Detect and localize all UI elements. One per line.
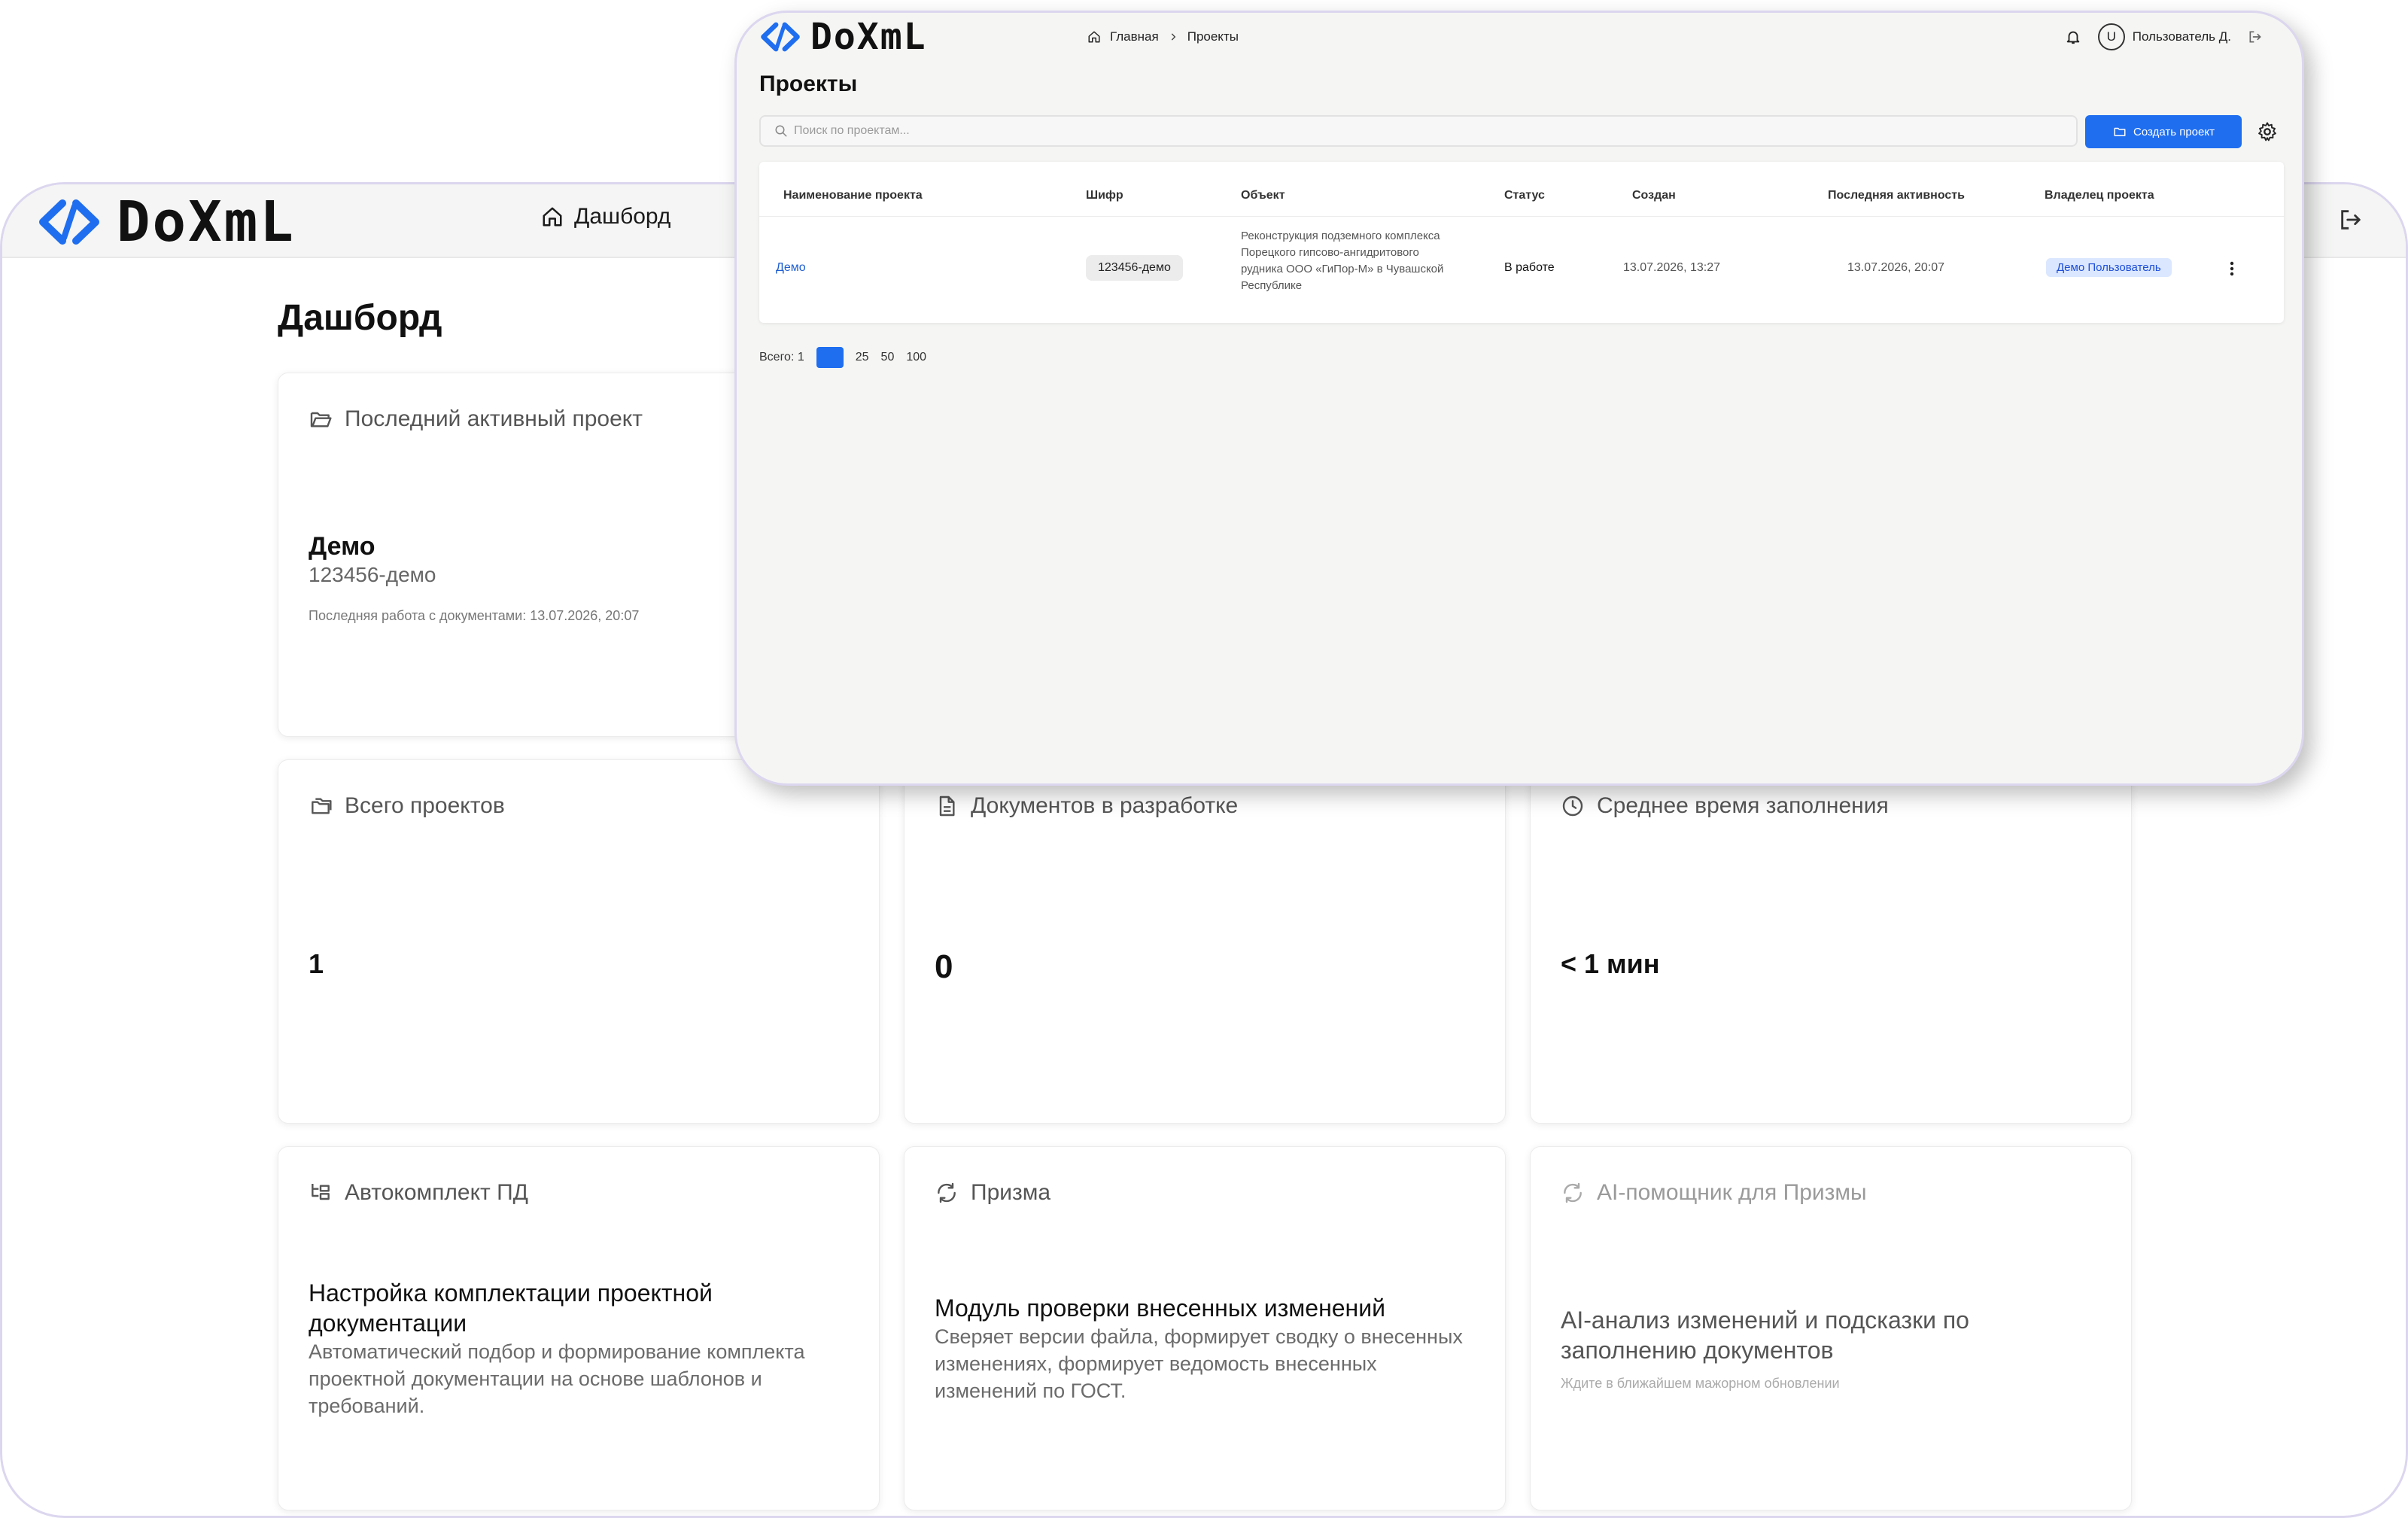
user-area: U Пользователь Д. <box>2065 23 2263 50</box>
card-header-label: Последний активный проект <box>345 406 643 431</box>
refresh-icon <box>938 1182 956 1203</box>
breadcrumb: Главная Проекты <box>1087 29 1239 44</box>
card-header: Автокомплект ПД <box>309 1180 528 1206</box>
home-icon <box>1088 31 1100 43</box>
page-title: Проекты <box>759 71 858 96</box>
folder-plus-icon <box>2114 127 2126 136</box>
logout-icon[interactable] <box>2338 207 2364 233</box>
nav-dashboard-label: Дашборд <box>574 204 671 229</box>
folders-icon <box>312 798 332 814</box>
prizma-card[interactable]: Призма Модуль проверки внесенных изменен… <box>904 1146 1506 1510</box>
autokomplekt-desc: Автоматический подбор и формирование ком… <box>309 1340 805 1417</box>
ai-helper-note: Ждите в ближайшем мажорном обновлении <box>1561 1376 1840 1391</box>
card-header: Документов в разработке <box>935 793 1238 819</box>
create-project-button[interactable]: Создать проект <box>2085 115 2242 148</box>
last-project-last-work: Последняя работа с документами: 13.07.20… <box>309 608 640 623</box>
column-header[interactable]: Последняя активность <box>1828 189 1965 202</box>
autokomplekt-card[interactable]: Автокомплект ПД Настройка комплектации п… <box>278 1146 880 1510</box>
logo-code-icon <box>761 22 800 52</box>
card-header: AI-помощник для Призмы <box>1561 1180 1867 1206</box>
breadcrumb-home[interactable]: Главная <box>1110 29 1159 44</box>
total-count: Всего: 1 <box>759 351 804 364</box>
card-header-label: Автокомплект ПД <box>345 1180 528 1205</box>
cipher-chip: 123456-демо <box>1086 255 1183 281</box>
document-icon <box>939 796 955 817</box>
total-projects-value: 1 <box>309 948 324 979</box>
column-header[interactable]: Объект <box>1241 189 1285 202</box>
logo-text: DoXmL <box>117 190 296 254</box>
column-header[interactable]: Владелец проекта <box>2045 189 2154 202</box>
card-header-label: AI-помощник для Призмы <box>1597 1180 1867 1205</box>
home-icon <box>543 207 562 227</box>
card-header: Всего проектов <box>309 793 505 819</box>
logout-icon[interactable] <box>2248 29 2263 44</box>
card-header: Среднее время заполнения <box>1561 793 1889 819</box>
project-name-link[interactable]: Демо <box>776 261 806 275</box>
more-vertical-icon[interactable] <box>2228 260 2236 278</box>
projects-window: DoXmL Главная Проекты U Пользователь Д. … <box>734 11 2304 786</box>
page-size-option[interactable]: 10 <box>816 347 844 368</box>
prizma-desc: Сверяет версии файла, формирует сводку о… <box>935 1325 1463 1402</box>
column-header[interactable]: Шифр <box>1086 189 1123 202</box>
user-name: Пользователь Д. <box>2132 29 2231 44</box>
card-header: Последний активный проект <box>309 406 643 432</box>
create-project-label: Создать проект <box>2133 125 2215 138</box>
card-header-label: Документов в разработке <box>971 793 1239 818</box>
chevron-right-icon <box>1171 33 1176 41</box>
pagination: Всего: 1 10 25 50 100 <box>759 347 926 368</box>
card-header-label: Призма <box>971 1180 1051 1205</box>
user-menu[interactable]: U Пользователь Д. <box>2097 23 2231 50</box>
last-activity: 13.07.2026, 20:07 <box>1847 261 1945 274</box>
total-projects-card: Всего проектов 1 <box>278 759 880 1124</box>
nav-dashboard[interactable]: Дашборд <box>541 204 670 230</box>
gear-icon[interactable] <box>2257 121 2278 142</box>
divider <box>759 216 2284 217</box>
folder-open-icon <box>310 412 332 427</box>
avg-time-card: Среднее время заполнения < 1 мин <box>1530 759 2132 1124</box>
breadcrumb-current: Проекты <box>1187 29 1239 44</box>
created-date: 13.07.2026, 13:27 <box>1623 261 1721 274</box>
card-header-label: Всего проектов <box>345 793 505 818</box>
docs-in-dev-value: 0 <box>935 948 953 985</box>
logo-text: DoXmL <box>810 16 927 58</box>
refresh-icon <box>1564 1182 1582 1203</box>
owner-chip: Демо Пользователь <box>2046 258 2172 277</box>
ai-helper-title: AI-анализ изменений и подсказки по запол… <box>1561 1307 1969 1364</box>
search-box <box>759 115 2078 147</box>
page-size-option[interactable]: 50 <box>881 351 895 364</box>
page-size-option[interactable]: 100 <box>906 351 926 364</box>
page-size-option[interactable]: 25 <box>856 351 869 364</box>
projects-table: Наименование проекта Шифр Объект Статус … <box>759 162 2284 323</box>
hierarchy-icon <box>312 1184 330 1200</box>
clock-icon <box>1562 796 1583 817</box>
page-title: Дашборд <box>278 298 442 338</box>
logo[interactable]: DoXmL <box>37 190 296 254</box>
status-badge: В работе <box>1504 261 1555 274</box>
bell-icon[interactable] <box>2065 29 2081 45</box>
card-header: Призма <box>935 1180 1050 1206</box>
ai-helper-card: AI-помощник для Призмы AI-анализ изменен… <box>1530 1146 2132 1510</box>
projects-header: DoXmL Главная Проекты U Пользователь Д. <box>737 13 2302 61</box>
avatar: U <box>2097 23 2125 50</box>
search-input[interactable] <box>794 124 1998 138</box>
project-object: Реконструкция подземного комплекса Порец… <box>1241 230 1444 292</box>
column-header[interactable]: Статус <box>1504 189 1545 202</box>
prizma-title: Модуль проверки внесенных изменений <box>935 1294 1385 1322</box>
card-header-label: Среднее время заполнения <box>1597 793 1889 818</box>
logo-code-icon <box>39 199 99 245</box>
avg-time-value: < 1 мин <box>1561 948 1660 979</box>
search-icon <box>775 125 787 137</box>
logo[interactable]: DoXmL <box>759 16 927 58</box>
autokomplekt-title: Настройка комплектации проектной докумен… <box>309 1279 713 1337</box>
column-header[interactable]: Наименование проекта <box>783 189 923 202</box>
column-header[interactable]: Создан <box>1632 189 1676 202</box>
docs-in-dev-card: Документов в разработке 0 <box>904 759 1506 1124</box>
